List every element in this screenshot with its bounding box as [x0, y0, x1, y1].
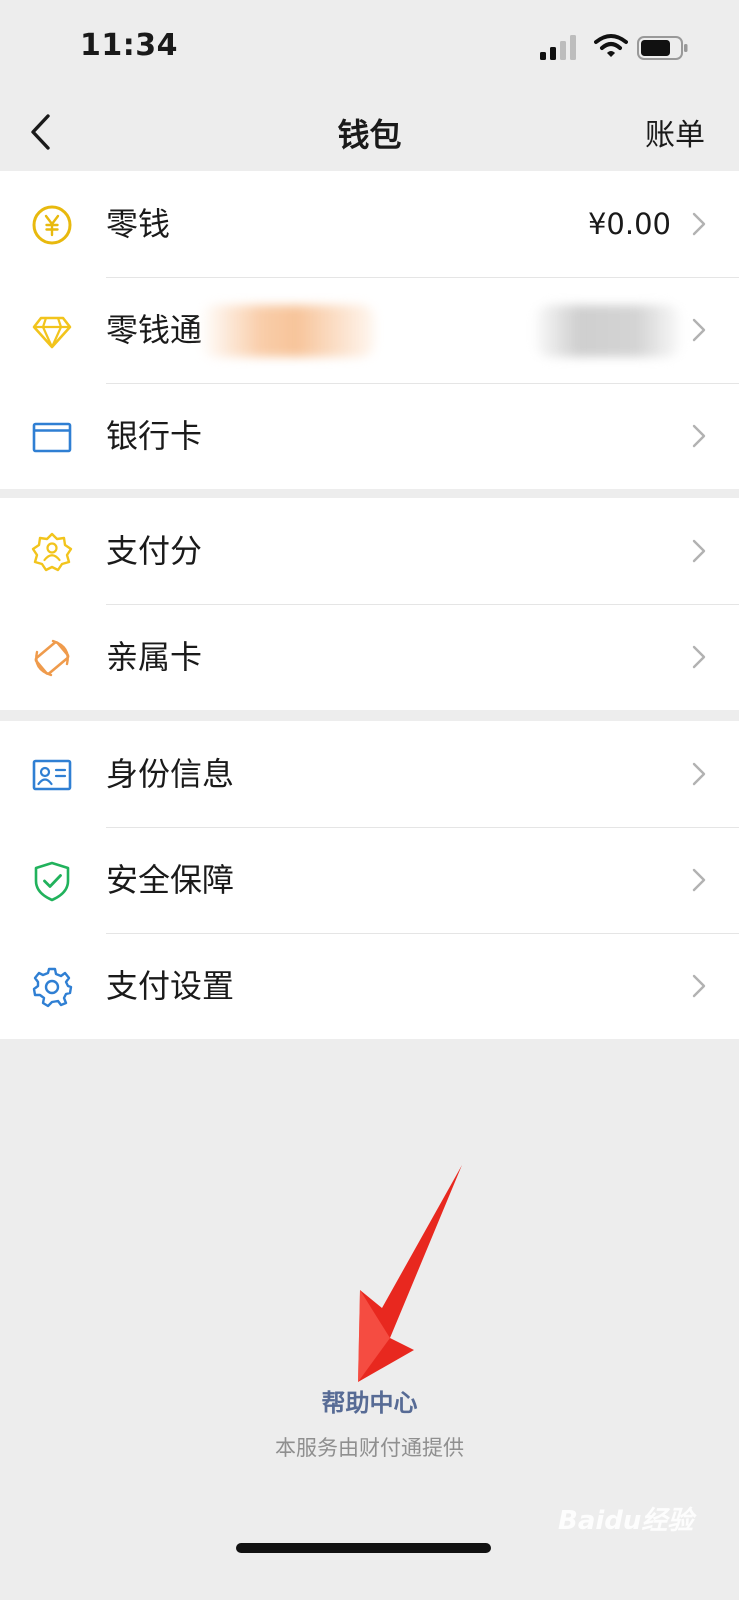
- lingqiantong-row[interactable]: 零钱通: [0, 277, 739, 383]
- service-provider-note: 本服务由财付通提供: [275, 1436, 464, 1460]
- row-label: 身份信息: [106, 755, 235, 793]
- navigation-bar: 钱包 账单: [0, 96, 739, 174]
- bank-card-row[interactable]: 银行卡: [0, 383, 739, 489]
- row-label: 支付分: [106, 532, 203, 570]
- pay-score-badge-icon: [31, 532, 73, 572]
- home-indicator[interactable]: [236, 1543, 491, 1553]
- row-label: 支付设置: [106, 967, 235, 1005]
- bank-card-icon: [32, 422, 72, 453]
- redacted-value-blur: [535, 305, 681, 357]
- id-card-icon: [32, 759, 72, 791]
- row-label: 银行卡: [106, 417, 203, 455]
- redacted-blur: [200, 305, 375, 357]
- wifi-icon: [594, 34, 628, 57]
- yen-coin-icon: [32, 205, 72, 245]
- balance-value: ¥0.00: [587, 207, 671, 241]
- gear-icon: [32, 967, 73, 1008]
- chevron-right-icon: [692, 212, 706, 236]
- chevron-right-icon: [692, 868, 706, 892]
- wallet-assets-group: 零钱 ¥0.00 零钱通 银行卡: [0, 171, 739, 489]
- chevron-right-icon: [692, 762, 706, 786]
- baidu-watermark: Baidu经验: [558, 1506, 694, 1536]
- security-settings-group: 身份信息 安全保障 支付设置: [0, 721, 739, 1039]
- chevron-right-icon: [692, 539, 706, 563]
- row-label: 亲属卡: [106, 638, 203, 676]
- annotation-arrow: [358, 1165, 462, 1382]
- cellular-signal-icon: [540, 35, 576, 60]
- row-label: 零钱通: [106, 311, 203, 349]
- chevron-right-icon: [692, 974, 706, 998]
- help-center-link[interactable]: 帮助中心: [0, 1383, 739, 1418]
- chevron-right-icon: [692, 318, 706, 342]
- change-balance-row[interactable]: 零钱 ¥0.00: [0, 171, 739, 277]
- chevron-right-icon: [692, 645, 706, 669]
- pay-score-row[interactable]: 支付分: [0, 498, 739, 604]
- family-card-icon: [34, 639, 70, 677]
- family-card-row[interactable]: 亲属卡: [0, 604, 739, 710]
- status-bar: 11:34: [0, 0, 739, 96]
- bills-button[interactable]: 账单: [645, 110, 705, 154]
- status-time: 11:34: [80, 28, 178, 63]
- diamond-icon: [32, 316, 72, 349]
- payment-settings-row[interactable]: 支付设置: [0, 933, 739, 1039]
- page-title: 钱包: [337, 116, 402, 154]
- identity-info-row[interactable]: 身份信息: [0, 721, 739, 827]
- row-label: 零钱: [106, 205, 171, 243]
- row-label: 安全保障: [106, 861, 235, 899]
- credit-services-group: 支付分 亲属卡: [0, 498, 739, 710]
- chevron-right-icon: [692, 424, 706, 448]
- shield-check-icon: [34, 861, 70, 902]
- security-row[interactable]: 安全保障: [0, 827, 739, 933]
- battery-icon: [637, 36, 688, 60]
